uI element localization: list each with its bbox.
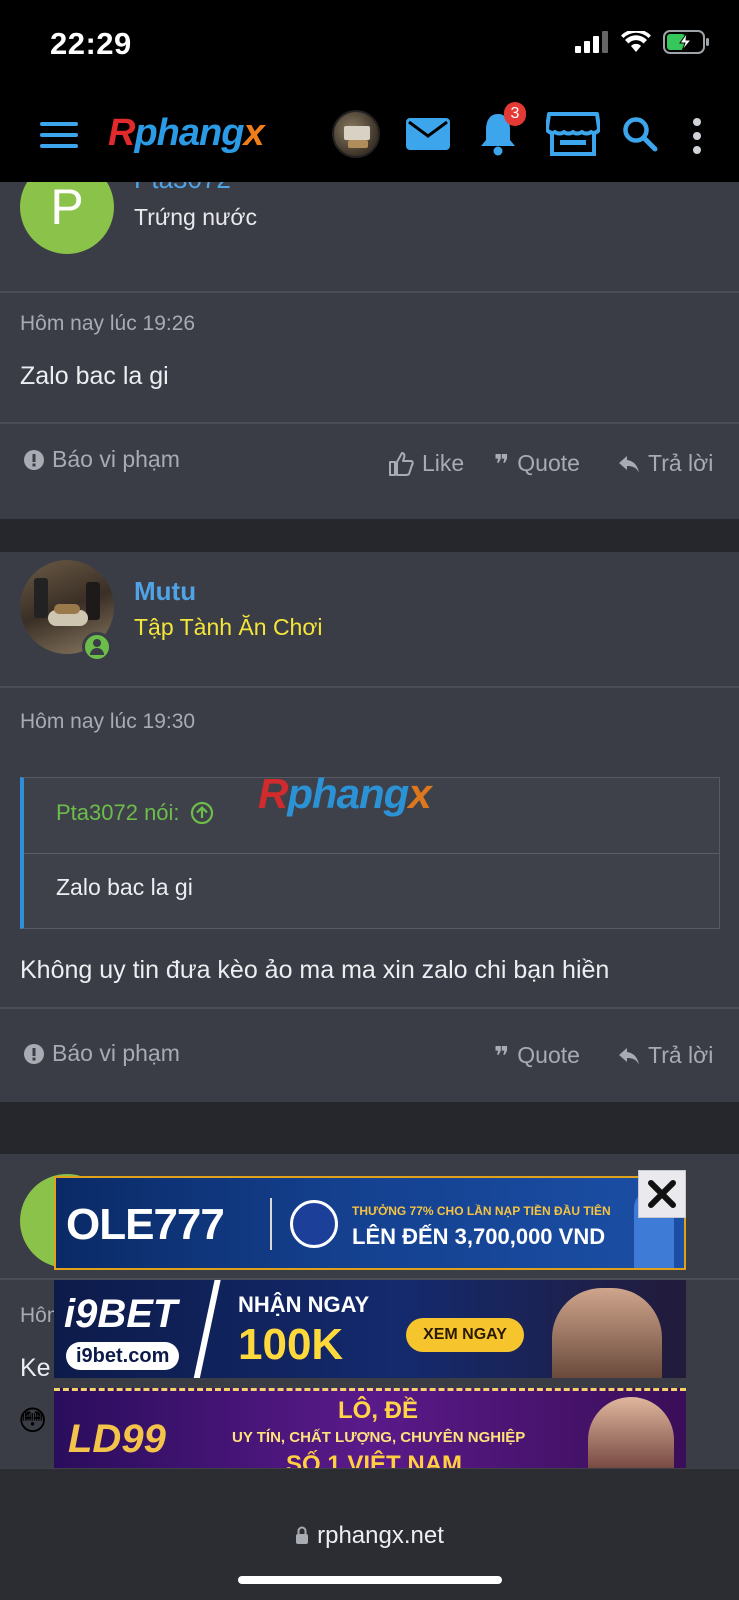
report-button[interactable]: Báo vi phạm [24, 446, 180, 473]
home-indicator[interactable] [238, 1576, 502, 1584]
alert-icon [24, 449, 44, 470]
ad-banner-i9bet[interactable]: i9BET i9bet.com NHẬN NGAY 100K XEM NGAY [54, 1280, 686, 1378]
avatar-pta3072[interactable]: P [20, 182, 114, 254]
user-avatar[interactable] [332, 110, 380, 158]
quote-button[interactable]: ❞ Quote [494, 450, 580, 477]
reply-icon [619, 455, 639, 473]
more-options-icon[interactable] [692, 118, 702, 154]
post-pta3072: P Pta3072 Trứng nước Hôm nay lúc 19:26 Z… [0, 182, 739, 519]
mail-icon[interactable] [406, 118, 450, 150]
store-icon[interactable] [546, 110, 600, 158]
ad-banner-ole777[interactable]: OLE777 THƯỞNG 77% CHO LẦN NẠP TIỀN ĐẦU T… [54, 1176, 686, 1270]
reply-button[interactable]: Trả lời [618, 1042, 713, 1069]
quote-author[interactable]: Pta3072 nói: [56, 800, 214, 826]
battery-icon [663, 30, 709, 54]
close-ads-button[interactable] [638, 1170, 686, 1218]
jump-to-quote-icon[interactable] [190, 801, 214, 825]
quote-icon: ❞ [494, 1040, 510, 1071]
url-display[interactable]: rphangx.net [0, 1522, 739, 1550]
report-button[interactable]: Báo vi phạm [24, 1040, 180, 1067]
post-message: Ke [20, 1354, 51, 1382]
username-mutu[interactable]: Mutu [134, 576, 196, 607]
thread-feed: P Pta3072 Trứng nước Hôm nay lúc 19:26 Z… [0, 182, 739, 1468]
user-rank: Tập Tành Ăn Chơi [134, 614, 323, 640]
reply-icon [619, 1047, 639, 1065]
alert-icon [24, 1043, 44, 1064]
reply-button[interactable]: Trả lời [618, 450, 713, 477]
status-bar: 22:29 [0, 0, 739, 90]
post-timestamp[interactable]: Hôm nay lúc 19:30 [20, 710, 195, 734]
quote-button[interactable]: ❞ Quote [494, 1042, 580, 1069]
quote-icon: ❞ [494, 448, 510, 479]
username-pta3072[interactable]: Pta3072 [134, 182, 231, 195]
notification-badge: 3 [504, 102, 526, 126]
close-icon [648, 1180, 676, 1208]
site-logo[interactable]: Rphangx [108, 112, 265, 155]
thumbs-up-icon [389, 451, 414, 476]
search-icon[interactable] [622, 116, 658, 152]
user-rank: Trứng nước [134, 204, 257, 230]
signal-icon [575, 31, 608, 53]
emoji: 😳 [18, 1405, 48, 1436]
lock-icon [296, 1526, 309, 1544]
wifi-icon [621, 31, 651, 52]
quote-text: Zalo bac la gi [56, 874, 193, 900]
post-mutu: Mutu Tập Tành Ăn Chơi Hôm nay lúc 19:30 … [0, 552, 739, 1102]
online-status-icon [82, 632, 112, 662]
status-time: 22:29 [50, 26, 132, 61]
xem-ngay-button[interactable]: XEM NGAY [406, 1318, 524, 1352]
club-crest-icon [290, 1200, 338, 1248]
menu-icon[interactable] [40, 120, 78, 150]
like-button[interactable]: Like [388, 450, 464, 477]
post-timestamp[interactable]: Hôm nay lúc 19:26 [20, 312, 195, 336]
post-message: Không uy tin đưa kèo ảo ma ma xin zalo c… [20, 956, 610, 984]
post-message: Zalo bac la gi [20, 362, 169, 390]
watermark-logo: Rphangx [258, 770, 432, 817]
